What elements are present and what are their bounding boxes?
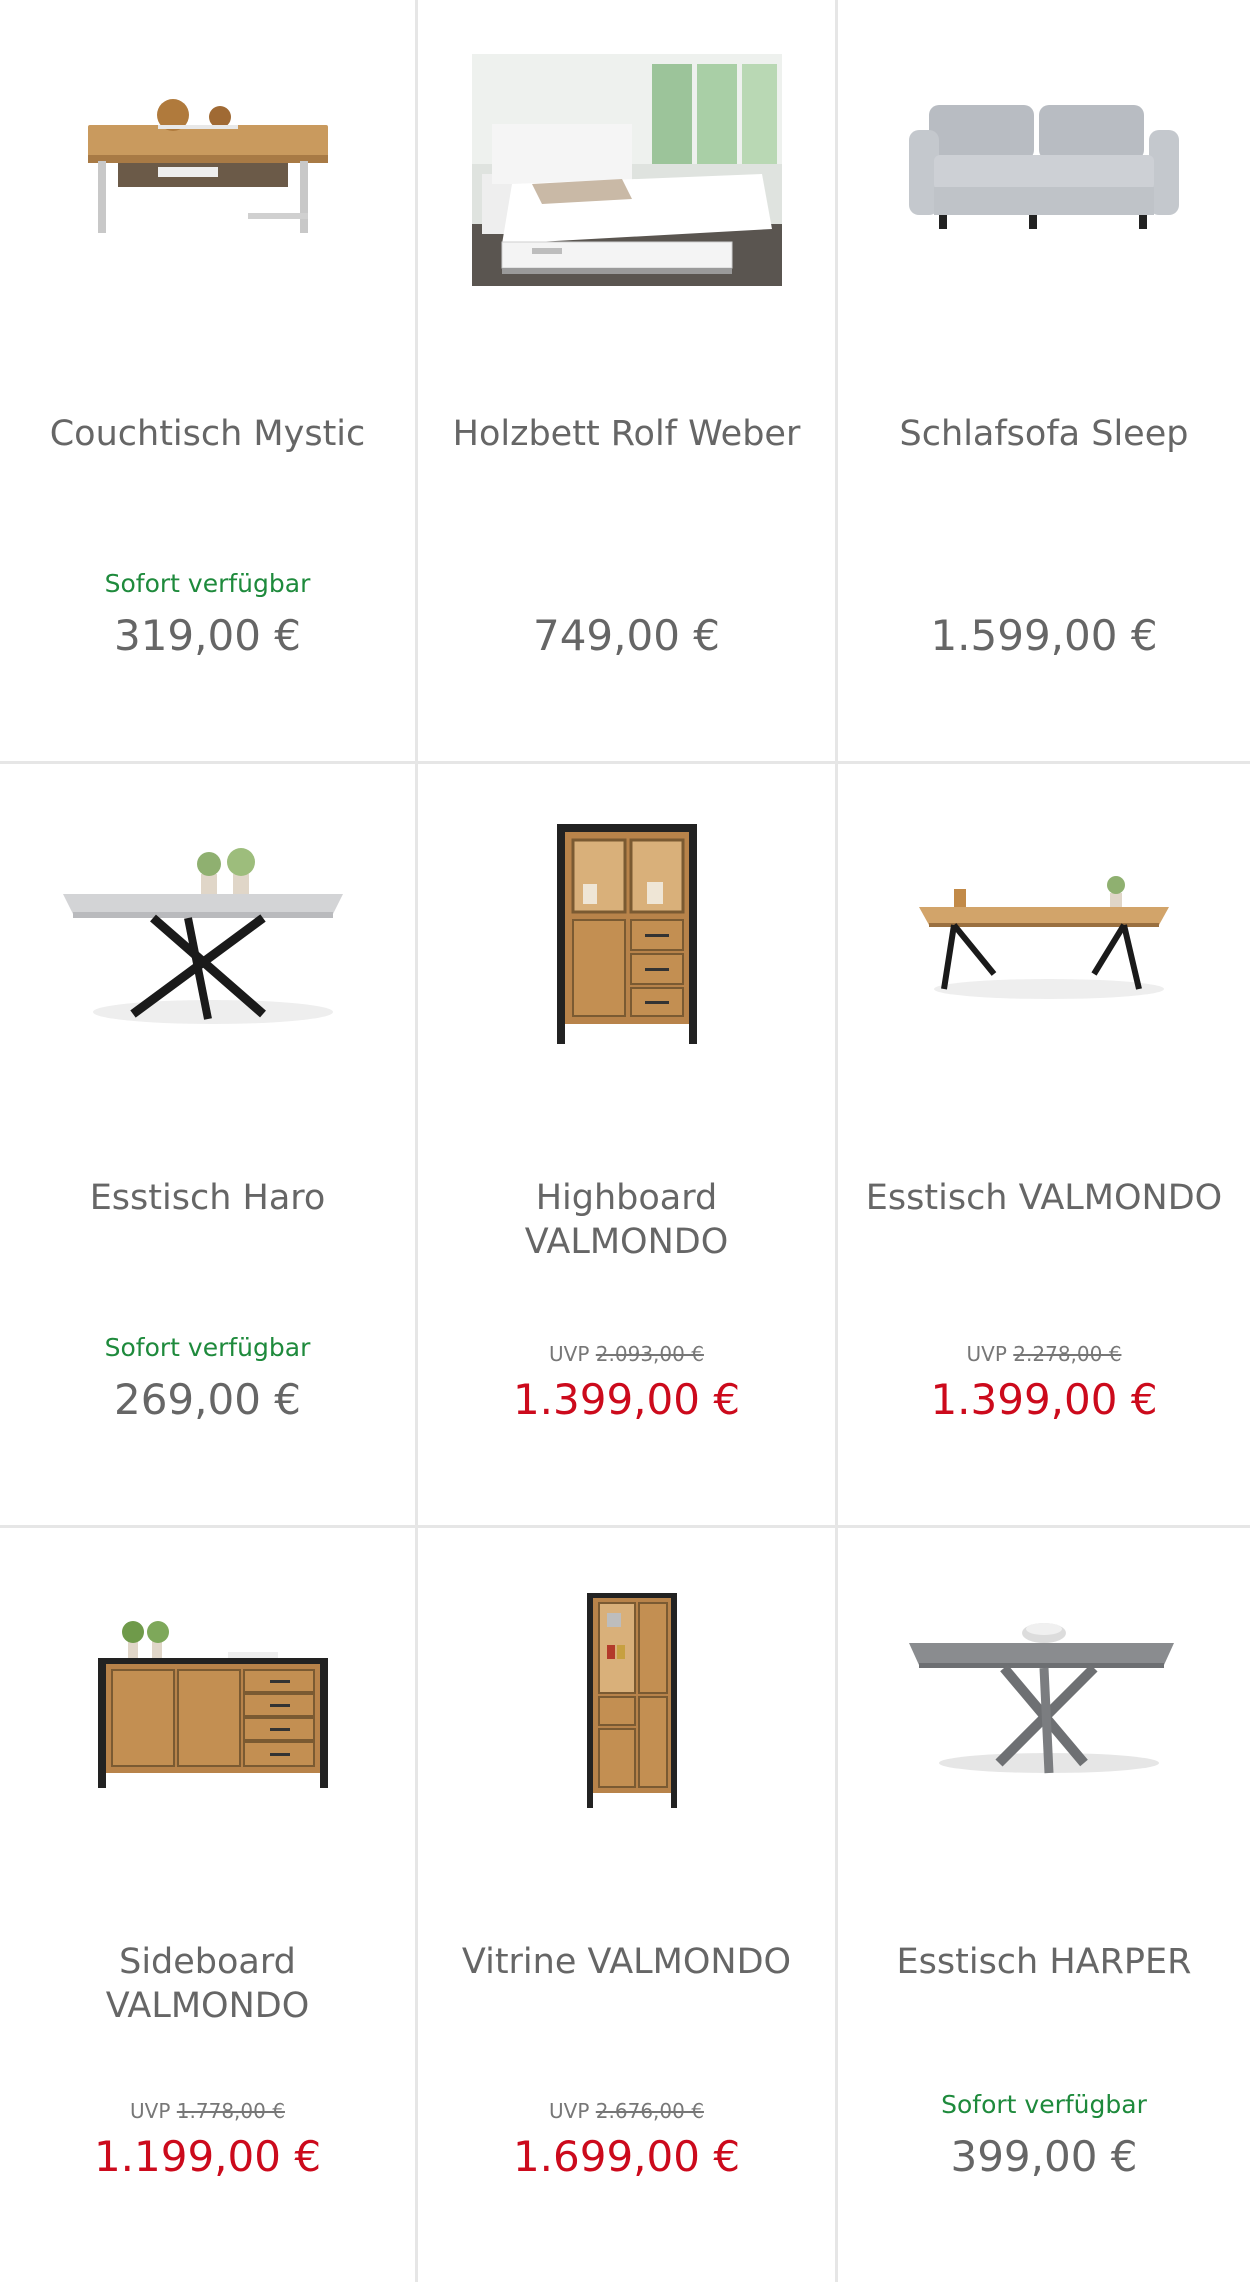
- product-image[interactable]: [0, 1568, 415, 1828]
- product-image[interactable]: [418, 804, 835, 1064]
- uvp-prefix: UVP: [966, 1342, 1007, 1366]
- uvp-label: UVP 2.676,00 €: [418, 2096, 835, 2126]
- wooden-bed-image: [471, 54, 782, 286]
- sofa-bed-image: [909, 105, 1179, 229]
- product-grid: Couchtisch Mystic Sofort verfügbar 319,0…: [0, 0, 1250, 2282]
- sale-price: 1.399,00 €: [930, 1375, 1158, 1424]
- product-card[interactable]: Vitrine VALMONDO UVP 2.676,00 € 1.699,00…: [418, 1528, 838, 2282]
- product-image[interactable]: [418, 1568, 835, 1828]
- sale-price: 1.699,00 €: [512, 2132, 741, 2181]
- product-price: 269,00 €: [113, 1375, 302, 1424]
- product-card[interactable]: Esstisch Haro Sofort verfügbar 269,00 €: [0, 764, 418, 1528]
- product-price: 319,00 €: [113, 611, 302, 660]
- sale-price: 1.399,00 €: [512, 1375, 741, 1424]
- uvp-prefix: UVP: [130, 2099, 171, 2123]
- sale-price: 1.199,00 €: [93, 2132, 322, 2181]
- product-title[interactable]: Holzbett Rolf Weber: [438, 412, 815, 456]
- product-price: 1.599,00 €: [930, 611, 1158, 660]
- product-card[interactable]: Schlafsofa Sleep 1.599,00 €: [838, 0, 1250, 764]
- product-title[interactable]: Vitrine VALMONDO: [438, 1940, 815, 1984]
- dining-table-valmondo-image: [919, 876, 1169, 999]
- price-block: Sofort verfügbar 269,00 €: [0, 1331, 415, 1425]
- price-block: Sofort verfügbar 319,00 €: [0, 567, 415, 661]
- price-block: 1.599,00 €: [838, 611, 1250, 661]
- product-price: 399,00 €: [950, 2132, 1138, 2181]
- product-price: 749,00 €: [532, 611, 721, 660]
- dining-table-harper-image: [909, 1623, 1174, 1774]
- price-block: UVP 1.778,00 € 1.199,00 €: [0, 2096, 415, 2182]
- product-card[interactable]: Highboard VALMONDO UVP 2.093,00 € 1.399,…: [418, 764, 838, 1528]
- availability-label: Sofort verfügbar: [104, 569, 311, 598]
- dining-table-haro-image: [62, 848, 343, 1024]
- product-image[interactable]: [0, 804, 415, 1064]
- product-title[interactable]: Esstisch VALMONDO: [858, 1176, 1230, 1220]
- product-card[interactable]: Esstisch HARPER Sofort verfügbar 399,00 …: [838, 1528, 1250, 2282]
- vitrine-image: [586, 1593, 677, 1808]
- product-image[interactable]: [838, 40, 1250, 300]
- product-title[interactable]: Esstisch HARPER: [858, 1940, 1230, 1984]
- price-block: Sofort verfügbar 399,00 €: [838, 2088, 1250, 2182]
- uvp-label: UVP 1.778,00 €: [0, 2096, 415, 2126]
- product-title[interactable]: Couchtisch Mystic: [20, 412, 395, 456]
- uvp-label: UVP 2.278,00 €: [838, 1339, 1250, 1369]
- sideboard-image: [97, 1621, 328, 1788]
- product-image[interactable]: [0, 40, 415, 300]
- uvp-old-price: 2.278,00 €: [1013, 1342, 1122, 1366]
- uvp-label: UVP 2.093,00 €: [418, 1339, 835, 1369]
- uvp-prefix: UVP: [549, 2099, 590, 2123]
- coffee-table-image: [87, 99, 328, 233]
- uvp-prefix: UVP: [549, 1342, 590, 1366]
- price-block: UVP 2.093,00 € 1.399,00 €: [418, 1339, 835, 1425]
- product-title[interactable]: Highboard VALMONDO: [438, 1176, 815, 1264]
- highboard-image: [556, 824, 697, 1044]
- price-block: UVP 2.676,00 € 1.699,00 €: [418, 2096, 835, 2182]
- uvp-old-price: 1.778,00 €: [176, 2099, 285, 2123]
- product-card[interactable]: Esstisch VALMONDO UVP 2.278,00 € 1.399,0…: [838, 764, 1250, 1528]
- product-card[interactable]: Couchtisch Mystic Sofort verfügbar 319,0…: [0, 0, 418, 764]
- uvp-old-price: 2.093,00 €: [595, 1342, 704, 1366]
- price-block: UVP 2.278,00 € 1.399,00 €: [838, 1339, 1250, 1425]
- product-image[interactable]: [418, 40, 835, 300]
- product-image[interactable]: [838, 1568, 1250, 1828]
- availability-label: Sofort verfügbar: [941, 2090, 1147, 2119]
- price-block: 749,00 €: [418, 611, 835, 661]
- product-card[interactable]: Holzbett Rolf Weber 749,00 €: [418, 0, 838, 764]
- availability-label: Sofort verfügbar: [104, 1333, 311, 1362]
- product-title[interactable]: Schlafsofa Sleep: [858, 412, 1230, 456]
- product-title[interactable]: Esstisch Haro: [20, 1176, 395, 1220]
- product-title[interactable]: Sideboard VALMONDO: [20, 1940, 395, 2028]
- uvp-old-price: 2.676,00 €: [595, 2099, 704, 2123]
- product-card[interactable]: Sideboard VALMONDO UVP 1.778,00 € 1.199,…: [0, 1528, 418, 2282]
- product-image[interactable]: [838, 804, 1250, 1064]
